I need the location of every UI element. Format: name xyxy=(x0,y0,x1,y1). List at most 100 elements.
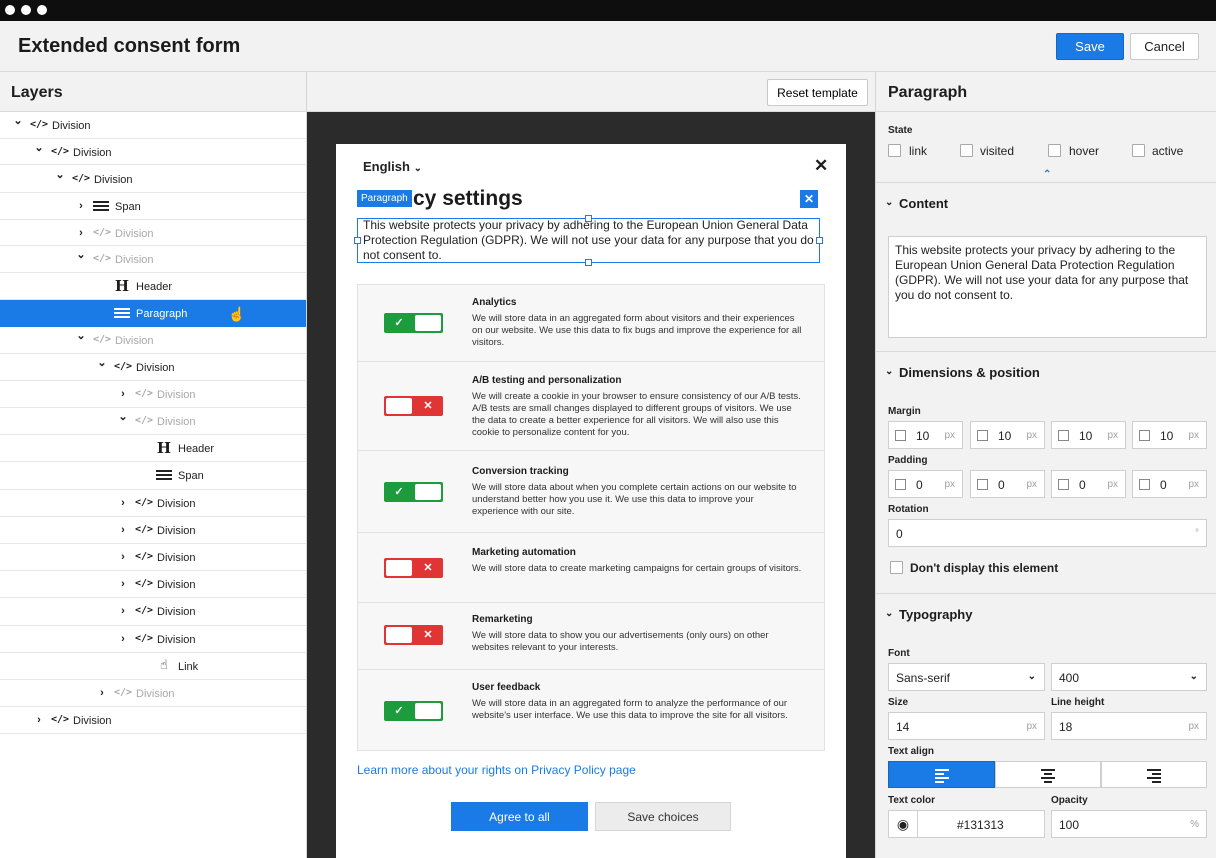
align-right-button[interactable] xyxy=(1101,761,1207,788)
chevron-down-icon[interactable]: ⌄ xyxy=(117,411,129,423)
layer-row[interactable]: H Header xyxy=(0,435,306,462)
cancel-button[interactable]: Cancel xyxy=(1130,33,1199,60)
chevron-right-icon[interactable]: › xyxy=(96,687,108,699)
layer-row[interactable]: › </> Division xyxy=(0,544,306,571)
window-minimize-dot[interactable] xyxy=(21,5,31,15)
collapse-chevron-up-icon[interactable]: ⌃ xyxy=(1043,169,1051,180)
layer-row[interactable]: ⌄ </> Division xyxy=(0,327,306,354)
close-icon[interactable]: ✕ xyxy=(814,156,828,176)
save-choices-button[interactable]: Save choices xyxy=(595,802,731,831)
chevron-right-icon[interactable]: › xyxy=(117,497,129,509)
canvas-toolbar: Reset template xyxy=(307,72,875,112)
language-select[interactable]: English ⌄ xyxy=(363,159,422,174)
typography-chevron-down-icon[interactable]: ⌄ xyxy=(885,608,893,619)
content-section-title[interactable]: Content xyxy=(899,196,948,211)
consent-toggle[interactable]: ✓ xyxy=(384,482,443,502)
chevron-right-icon[interactable]: › xyxy=(75,227,87,239)
state-visited-checkbox[interactable] xyxy=(960,144,973,157)
selected-paragraph[interactable]: This website protects your privacy by ad… xyxy=(363,218,819,263)
chevron-right-icon[interactable]: › xyxy=(117,578,129,590)
chevron-down-icon[interactable]: ⌄ xyxy=(33,142,45,154)
chevron-down-icon[interactable]: ⌄ xyxy=(54,169,66,181)
dimensions-section-title[interactable]: Dimensions & position xyxy=(899,365,1040,380)
privacy-policy-link[interactable]: Learn more about your rights on Privacy … xyxy=(357,763,636,777)
modal-heading[interactable]: cy settings xyxy=(413,187,523,211)
remove-element-icon[interactable]: ✕ xyxy=(800,190,818,208)
layer-row[interactable]: ☝ Link xyxy=(0,653,306,680)
align-center-button[interactable] xyxy=(995,761,1101,788)
layer-row[interactable]: › </> Division xyxy=(0,220,306,246)
chevron-down-icon[interactable]: ⌄ xyxy=(12,115,24,127)
palette-icon[interactable]: ◉ xyxy=(889,811,918,837)
layer-row[interactable]: › </> Division xyxy=(0,598,306,626)
consent-toggle[interactable]: ✕ xyxy=(384,558,443,578)
layer-row[interactable]: ⌄ </> Division xyxy=(0,112,306,139)
layer-row[interactable]: ⌄ </> Division xyxy=(0,139,306,165)
chevron-right-icon[interactable]: › xyxy=(75,200,87,212)
resize-handle-left[interactable] xyxy=(354,237,361,244)
text-color-field[interactable]: ◉ #131313 xyxy=(888,810,1045,838)
padding-left-field[interactable]: 0 px xyxy=(888,470,963,498)
padding-top-field[interactable]: 0 px xyxy=(1051,470,1126,498)
consent-toggle[interactable]: ✓ xyxy=(384,313,443,333)
margin-right-field[interactable]: 10 px xyxy=(970,421,1045,449)
chevron-right-icon[interactable]: › xyxy=(117,605,129,617)
chevron-right-icon[interactable]: › xyxy=(33,714,45,726)
state-hover-checkbox[interactable] xyxy=(1048,144,1061,157)
window-maximize-dot[interactable] xyxy=(37,5,47,15)
layer-row[interactable]: › </> Division xyxy=(0,707,306,734)
align-left-button[interactable] xyxy=(888,761,995,788)
content-textarea[interactable]: This website protects your privacy by ad… xyxy=(888,236,1207,338)
margin-left-field[interactable]: 10 px xyxy=(888,421,963,449)
layer-row[interactable]: Span xyxy=(0,462,306,490)
layer-row[interactable]: › </> Division xyxy=(0,490,306,517)
layer-row[interactable]: ⌄ </> Division xyxy=(0,166,306,193)
check-icon: ✓ xyxy=(394,486,404,498)
font-weight-select[interactable]: 400 ⌄ xyxy=(1051,663,1207,691)
dimensions-chevron-down-icon[interactable]: ⌄ xyxy=(885,366,893,377)
chevron-down-icon[interactable]: ⌄ xyxy=(75,330,87,342)
agree-all-button[interactable]: Agree to all xyxy=(451,802,588,831)
chevron-right-icon[interactable]: › xyxy=(117,633,129,645)
save-button[interactable]: Save xyxy=(1056,33,1124,60)
layer-row[interactable]: ⌄ </> Division xyxy=(0,354,306,381)
chevron-down-icon[interactable]: ⌄ xyxy=(96,357,108,369)
layer-row[interactable]: › </> Division xyxy=(0,517,306,544)
chevron-right-icon[interactable]: › xyxy=(117,388,129,400)
code-icon: </> xyxy=(135,578,154,589)
layer-row[interactable]: Paragraph ☝ xyxy=(0,300,306,327)
layer-row[interactable]: › </> Division xyxy=(0,571,306,598)
layer-row[interactable]: › </> Division xyxy=(0,626,306,653)
line-height-field[interactable]: 18 px xyxy=(1051,712,1207,740)
layer-row[interactable]: › </> Division xyxy=(0,680,306,707)
opacity-field[interactable]: 100% xyxy=(1051,810,1207,838)
rotation-field[interactable]: 0 ° xyxy=(888,519,1207,547)
layer-row[interactable]: ⌄ </> Division xyxy=(0,408,306,435)
chevron-down-icon[interactable]: ⌄ xyxy=(75,249,87,261)
consent-toggle[interactable]: ✕ xyxy=(384,625,443,645)
padding-bottom-field[interactable]: 0 px xyxy=(1132,470,1207,498)
code-icon: </> xyxy=(93,334,112,345)
page-title: Extended consent form xyxy=(18,35,241,57)
font-family-select[interactable]: Sans-serif ⌄ xyxy=(888,663,1045,691)
state-link-checkbox[interactable] xyxy=(888,144,901,157)
consent-toggle[interactable]: ✕ xyxy=(384,396,443,416)
layer-row[interactable]: H Header xyxy=(0,273,306,300)
layer-row[interactable]: ⌄ </> Division xyxy=(0,246,306,273)
hide-element-checkbox[interactable] xyxy=(890,561,903,574)
layer-row[interactable]: › </> Division xyxy=(0,381,306,408)
margin-bottom-field[interactable]: 10 px xyxy=(1132,421,1207,449)
margin-top-field[interactable]: 10 px xyxy=(1051,421,1126,449)
layers-panel: Layers ⌄ </> Division ⌄ </> Division ⌄ </> Divis… xyxy=(0,72,307,858)
consent-toggle[interactable]: ✓ xyxy=(384,701,443,721)
content-chevron-down-icon[interactable]: ⌄ xyxy=(885,197,893,208)
padding-right-field[interactable]: 0 px xyxy=(970,470,1045,498)
layer-row[interactable]: › Span xyxy=(0,193,306,220)
window-close-dot[interactable] xyxy=(5,5,15,15)
typography-section-title[interactable]: Typography xyxy=(899,607,972,622)
font-size-field[interactable]: 14 px xyxy=(888,712,1045,740)
chevron-right-icon[interactable]: › xyxy=(117,551,129,563)
state-active-checkbox[interactable] xyxy=(1132,144,1145,157)
chevron-right-icon[interactable]: › xyxy=(117,524,129,536)
reset-template-button[interactable]: Reset template xyxy=(767,79,868,106)
